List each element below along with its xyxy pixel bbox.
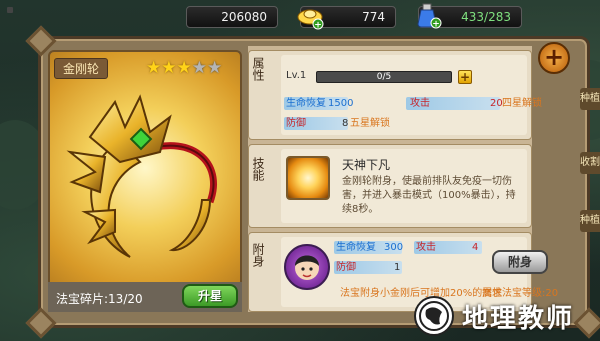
star-rating: ★★★★★ bbox=[146, 58, 222, 77]
gold-ingot-add-icon[interactable]: + bbox=[296, 4, 324, 30]
skill-name: 天神下凡 bbox=[342, 158, 391, 172]
svg-text:+: + bbox=[432, 20, 440, 30]
attach-defense-value: 1 bbox=[394, 262, 401, 273]
watermark-globe-icon bbox=[419, 301, 449, 331]
watermark-text: 地理教师 bbox=[462, 304, 575, 334]
artifact-level: Lv.1 bbox=[286, 70, 307, 81]
attach-level-requirement: 需求法宝等级:20 bbox=[482, 288, 559, 299]
attach-attack-value: 4 bbox=[472, 242, 479, 253]
star-empty-icon: ★ bbox=[207, 58, 223, 78]
attach-attack-label: 攻击 bbox=[416, 242, 436, 253]
coins-counter: 206080 bbox=[186, 6, 278, 28]
artifact-name: 金刚轮 bbox=[54, 58, 109, 79]
close-button[interactable]: + bbox=[538, 42, 570, 74]
side-tab-harvest[interactable]: 收割 bbox=[580, 152, 600, 174]
svg-text:+: + bbox=[314, 21, 322, 31]
stat-hp-regen-label: 生命恢复 bbox=[286, 98, 326, 109]
coins-value: 206080 bbox=[221, 10, 267, 24]
attach-defense-label: 防御 bbox=[336, 262, 356, 273]
skill-description: 金刚轮附身，使最前排队友免疫一切伤害，并进入暴击模式（100%暴击），持续8秒。 bbox=[342, 176, 516, 215]
character-face-icon bbox=[295, 255, 319, 280]
stat-attack-lock-note: 四星解锁 bbox=[502, 98, 542, 109]
add-level-button[interactable]: + bbox=[458, 70, 472, 84]
stat-defense-label: 防御 bbox=[286, 118, 306, 129]
attributes-label-text: 属性 bbox=[251, 57, 265, 81]
side-tab-plant-2[interactable]: 种植 bbox=[580, 210, 600, 232]
attach-label: 附身 bbox=[249, 243, 279, 275]
watermark-logo-icon bbox=[414, 296, 454, 336]
skill-sunburst-icon[interactable] bbox=[286, 156, 330, 200]
skill-label-text: 技能 bbox=[251, 157, 265, 181]
attach-hp-regen-label: 生命恢复 bbox=[336, 242, 376, 253]
upgrade-star-button[interactable]: 升星 bbox=[182, 284, 238, 308]
artifact-shards-count: 法宝碎片:13/20 bbox=[56, 292, 143, 306]
stat-defense-value: 8 bbox=[342, 118, 349, 129]
star-filled-icon: ★ bbox=[146, 58, 162, 78]
star-filled-icon: ★ bbox=[176, 58, 192, 78]
stat-attack-label: 攻击 bbox=[410, 98, 430, 109]
stat-defense-lock-note: 五星解锁 bbox=[350, 118, 390, 129]
potion-add-icon[interactable]: + bbox=[414, 2, 442, 30]
gold-value: 774 bbox=[362, 10, 385, 24]
artifact-display-panel: 金刚轮 ★★★★★ bbox=[48, 50, 242, 312]
attach-bonus-note: 法宝附身小金刚后可增加20%的属性 bbox=[340, 288, 503, 299]
attach-hp-regen-value: 300 bbox=[384, 242, 404, 253]
skill-label: 技能 bbox=[249, 157, 279, 189]
attach-button[interactable]: 附身 bbox=[492, 250, 548, 274]
star-filled-icon: ★ bbox=[161, 58, 177, 78]
stat-hp-regen-value: 1500 bbox=[328, 98, 354, 109]
stat-attack-value: 20 bbox=[490, 98, 503, 109]
stamina-value: 433/283 bbox=[461, 10, 511, 24]
attributes-label: 属性 bbox=[249, 57, 279, 89]
character-portrait-icon[interactable] bbox=[284, 244, 330, 290]
level-progress-text: 0/5 bbox=[376, 72, 392, 82]
attach-label-text: 附身 bbox=[251, 243, 265, 267]
golden-ring-artifact-image bbox=[66, 94, 217, 258]
side-tab-plant[interactable]: 种植 bbox=[580, 88, 600, 110]
star-empty-icon: ★ bbox=[191, 58, 207, 78]
